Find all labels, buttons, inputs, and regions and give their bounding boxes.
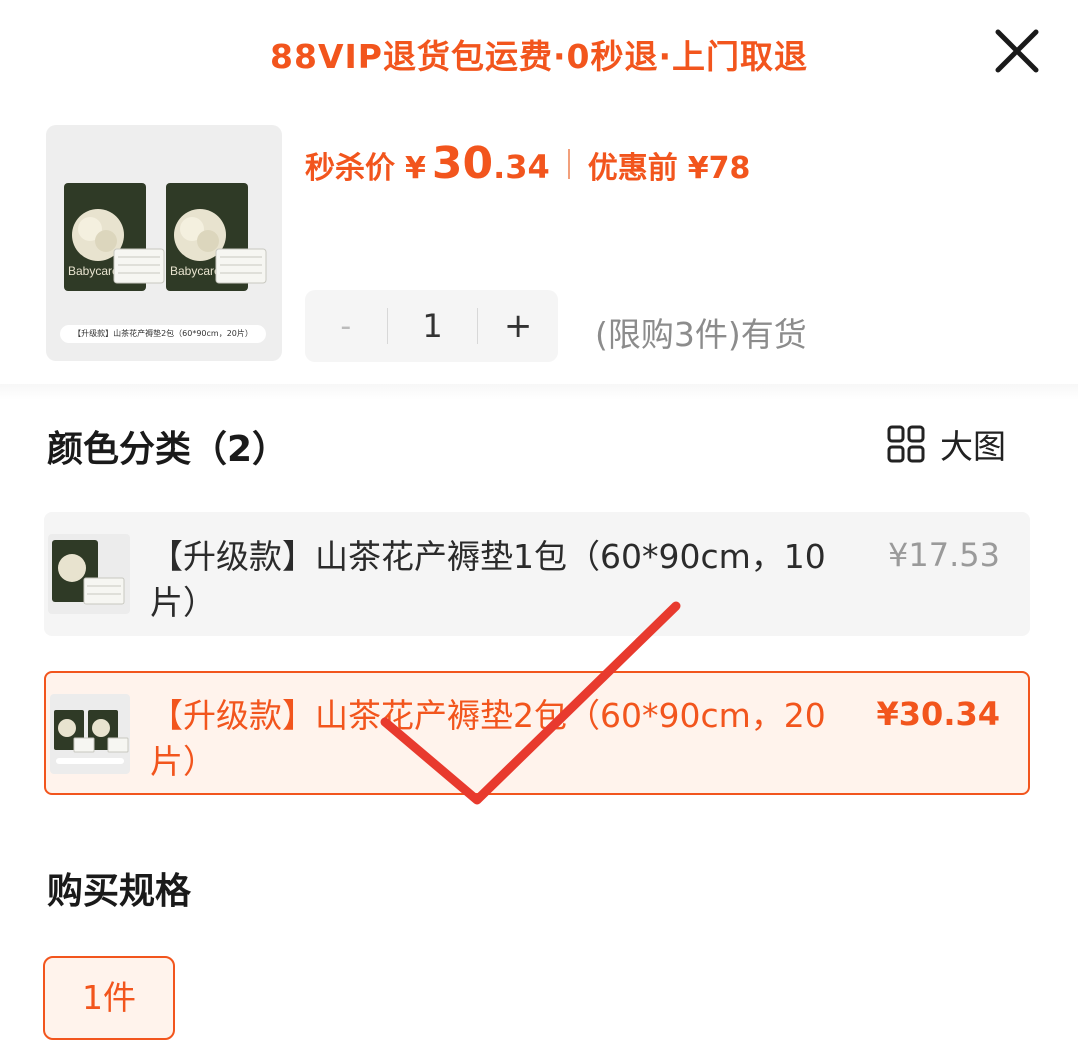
original-price: ¥78 <box>687 151 751 186</box>
increase-button[interactable]: + <box>478 306 558 346</box>
quantity-stepper: - 1 + <box>305 290 558 362</box>
close-icon <box>995 29 1039 73</box>
product-image[interactable]: Babycare Babycare 【升级款】山茶花产褥垫2包（60*90cm，… <box>46 125 282 361</box>
image-caption: 【升级款】山茶花产褥垫2包（60*90cm，20片） <box>60 325 266 343</box>
spec-section-title: 购买规格 <box>47 871 192 912</box>
price-integer: 30 <box>431 138 494 189</box>
option-thumbnail <box>48 534 130 614</box>
color-section-title: 颜色分类（2） <box>47 429 289 470</box>
flash-price-label: 秒杀价 <box>305 151 395 186</box>
option-price: ¥17.53 <box>888 536 1000 574</box>
option-name: 【升级款】山茶花产褥垫2包（60*90cm，20片） <box>150 696 826 781</box>
grid-icon <box>887 425 925 463</box>
currency-symbol: ¥ <box>405 151 426 186</box>
option-product-image <box>54 710 129 764</box>
quantity-value[interactable]: 1 <box>388 307 478 345</box>
price-decimal: .34 <box>493 148 550 186</box>
price-divider <box>567 148 570 179</box>
option-name: 【升级款】山茶花产褥垫1包（60*90cm，10片） <box>150 537 826 622</box>
option-price: ¥30.34 <box>876 695 1000 733</box>
close-button[interactable] <box>992 26 1042 76</box>
color-option-1pack[interactable]: 【升级款】山茶花产褥垫1包（60*90cm，10片） ¥17.53 <box>44 512 1030 636</box>
original-price-label: 优惠前 <box>587 151 678 186</box>
section-divider <box>0 384 1078 400</box>
spec-option-1-item[interactable]: 1件 <box>43 956 175 1040</box>
brand-label-left: Babycare <box>68 264 119 278</box>
price-row: 秒杀价 ¥ 30 .34 优惠前 ¥78 <box>305 138 750 189</box>
shipping-banner: 88VIP退货包运费·0秒退·上门取退 <box>270 37 808 76</box>
color-option-2pack[interactable]: 【升级款】山茶花产褥垫2包（60*90cm，20片） ¥30.34 <box>44 671 1030 795</box>
option-thumbnail <box>50 694 130 774</box>
decrease-button[interactable]: - <box>305 309 387 344</box>
stock-note: (限购3件)有货 <box>595 315 807 354</box>
big-view-button[interactable]: 大图 <box>886 422 1006 466</box>
option-product-image <box>52 540 125 605</box>
brand-label-right: Babycare <box>170 264 221 278</box>
big-view-label: 大图 <box>940 427 1006 466</box>
